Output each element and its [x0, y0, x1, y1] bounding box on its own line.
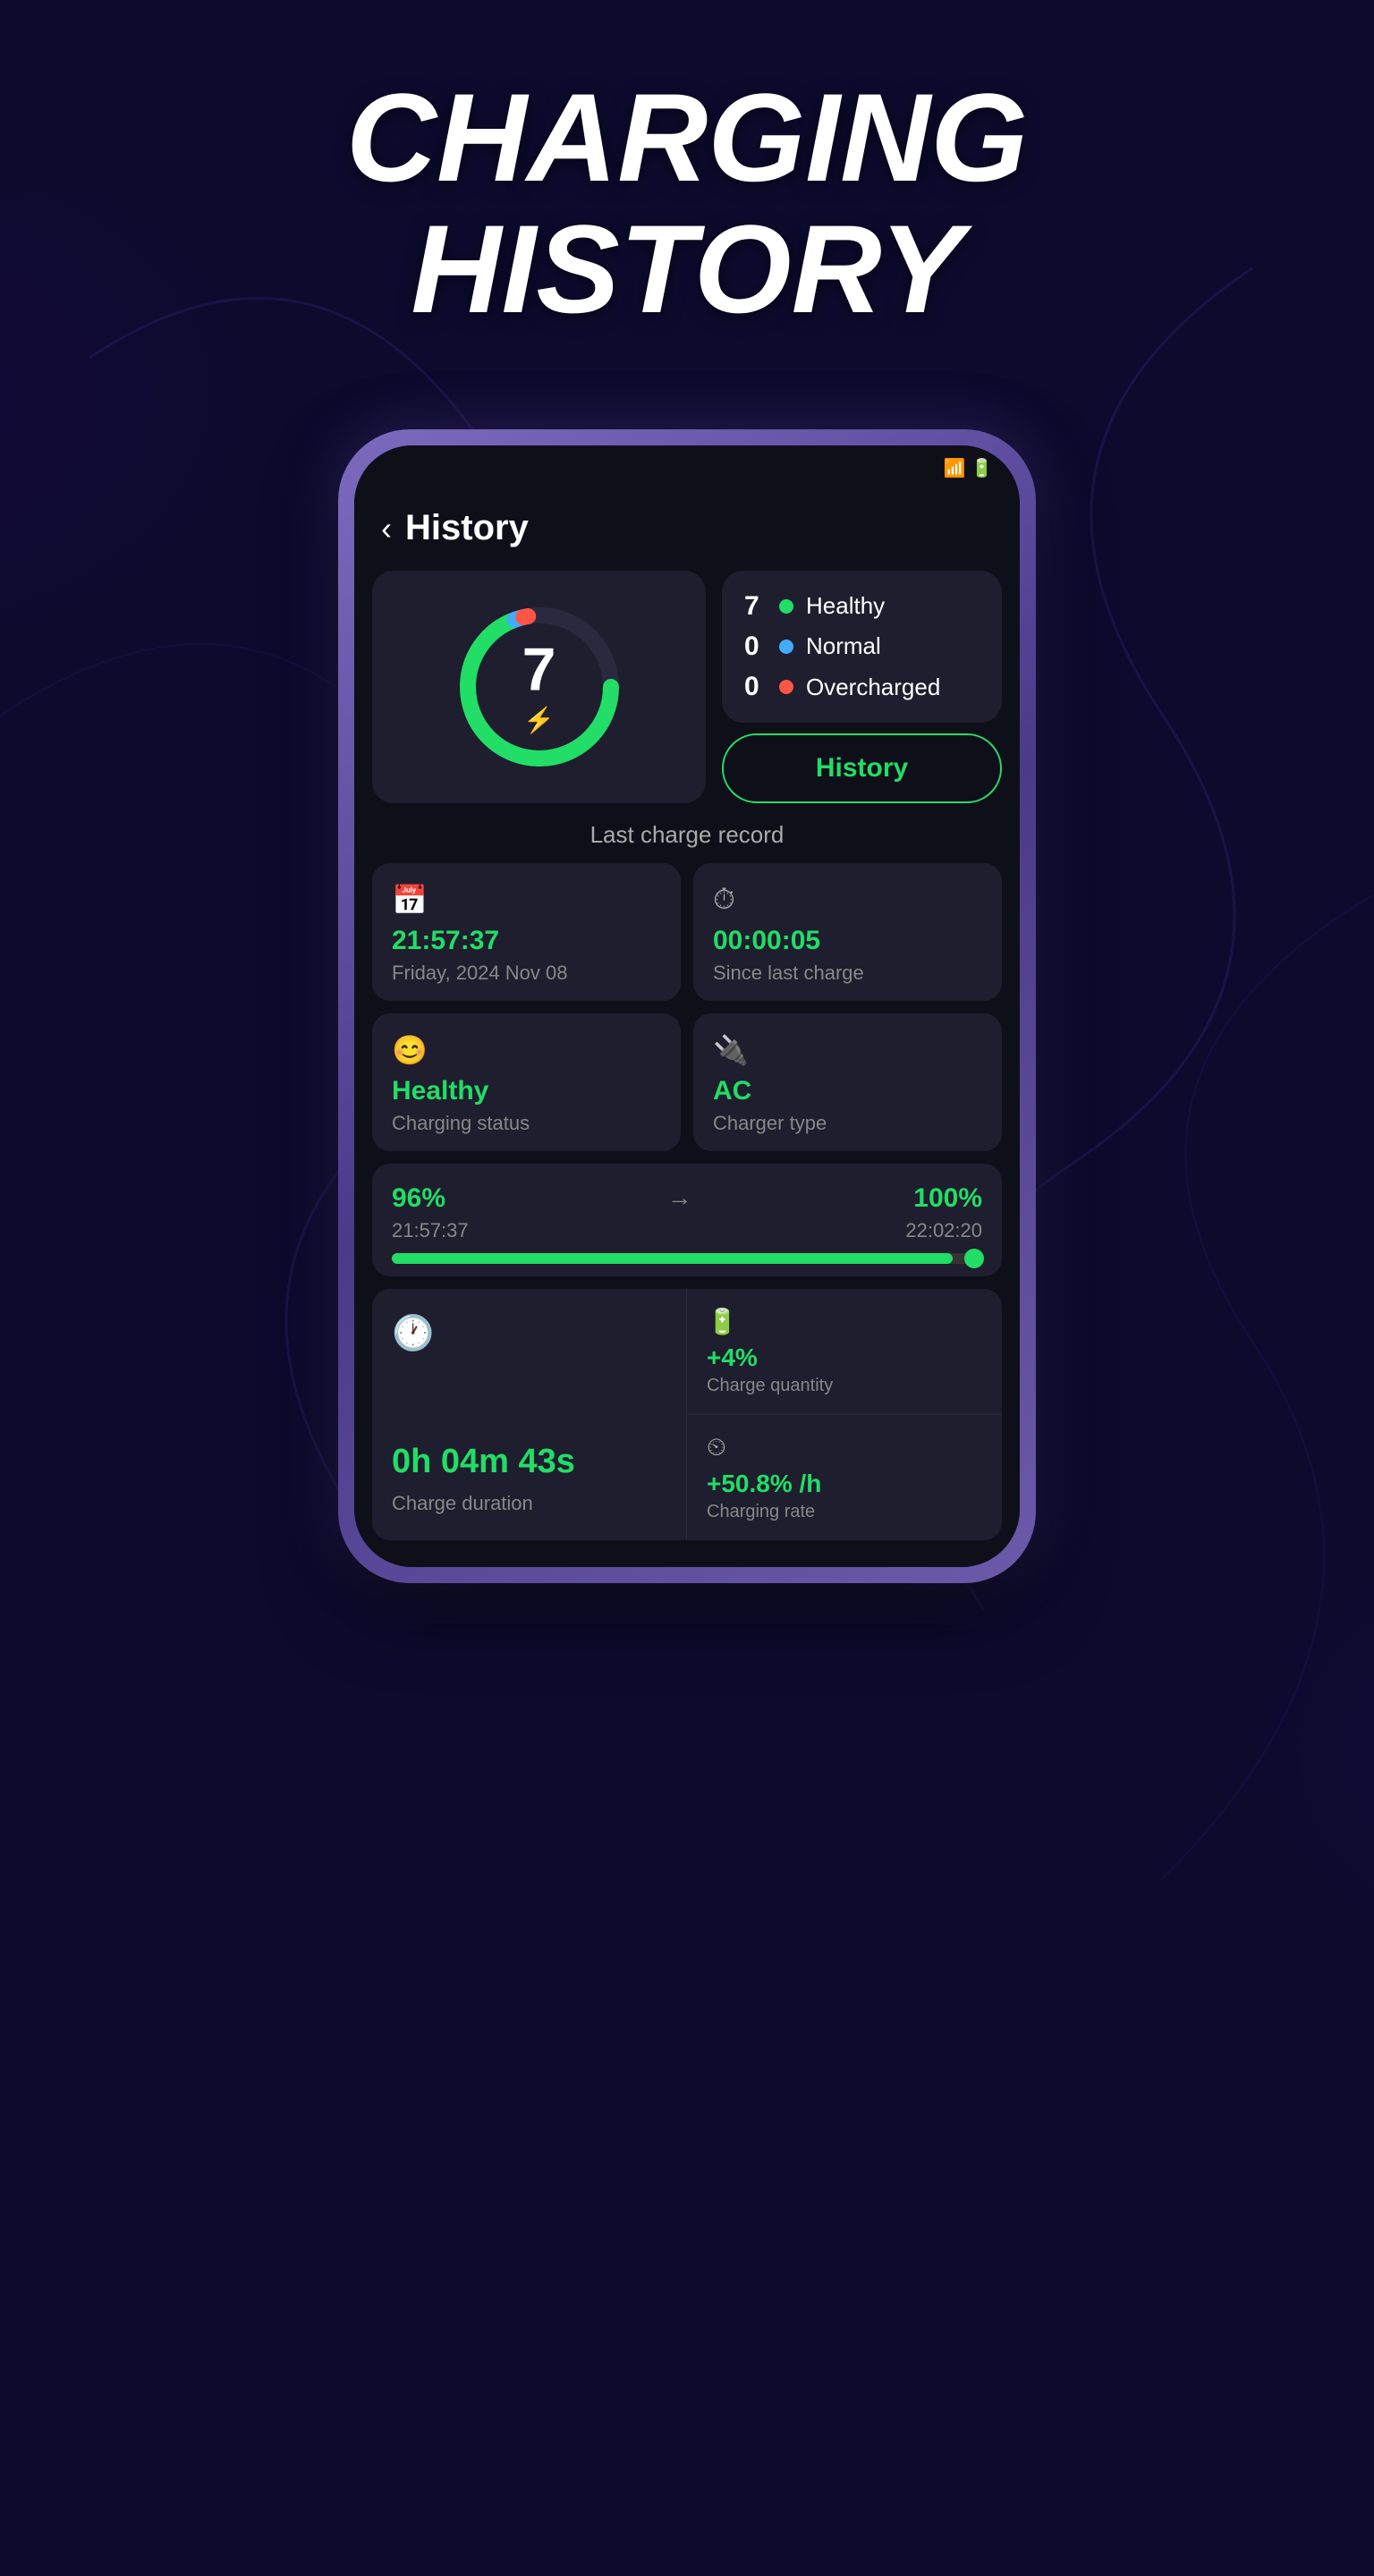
- normal-label: Normal: [806, 632, 881, 660]
- overcharged-count: 0: [744, 672, 767, 702]
- progress-times-row: 21:57:37 22:02:20: [392, 1219, 982, 1242]
- donut-chart: 7 ⚡: [450, 597, 629, 776]
- charger-card: 🔌 AC Charger type: [693, 1013, 1002, 1151]
- since-card: ⏱ 00:00:05 Since last charge: [693, 863, 1002, 1001]
- record-grid: 📅 21:57:37 Friday, 2024 Nov 08 ⏱ 00:00:0…: [372, 863, 1002, 1151]
- history-button[interactable]: History: [722, 733, 1002, 803]
- donut-value: 7: [522, 640, 556, 700]
- plug-icon: 🔌: [713, 1033, 982, 1067]
- speedometer-icon: ⏲: [707, 1433, 982, 1462]
- calendar-icon: 📅: [392, 883, 661, 917]
- hero-title-line2: HISTORY: [0, 203, 1374, 335]
- progress-start-pct: 96%: [392, 1183, 445, 1214]
- bottom-section: 🕐 0h 04m 43s Charge duration 🔋 +4% Charg…: [372, 1289, 1002, 1540]
- right-bottom-cards: 🔋 +4% Charge quantity ⏲ +50.8% /h Chargi…: [687, 1289, 1002, 1540]
- right-panel: 7 Healthy 0 Normal 0: [722, 571, 1002, 803]
- charger-value: AC: [713, 1076, 982, 1106]
- time-value: 21:57:37: [392, 926, 661, 956]
- progress-bar-fill: [392, 1253, 953, 1264]
- phone-mockup: 📶 🔋 ‹ History: [338, 429, 1036, 1583]
- status-label: Charging status: [392, 1112, 661, 1135]
- progress-end-pct: 100%: [913, 1183, 982, 1214]
- progress-bar-dot: [964, 1249, 984, 1268]
- status-value: Healthy: [392, 1076, 661, 1106]
- hero-title: CHARGING HISTORY: [0, 72, 1374, 335]
- duration-card: 🕐 0h 04m 43s Charge duration: [372, 1289, 687, 1540]
- app-content: ‹ History: [354, 490, 1020, 1567]
- arrow-icon: →: [667, 1183, 692, 1212]
- smiley-icon: 😊: [392, 1033, 661, 1067]
- legend-normal: 0 Normal: [744, 631, 980, 662]
- battery-plus-icon: 🔋: [707, 1307, 982, 1336]
- page-title: History: [405, 508, 529, 548]
- progress-bar: [392, 1253, 982, 1264]
- donut-card: 7 ⚡: [372, 571, 706, 803]
- clock-icon: 🕐: [392, 1314, 434, 1353]
- app-header: ‹ History: [372, 490, 1002, 571]
- normal-count: 0: [744, 631, 767, 662]
- back-button[interactable]: ‹: [381, 513, 392, 545]
- charge-qty-value: +4%: [707, 1343, 982, 1372]
- status-bar: 📶 🔋: [354, 445, 1020, 490]
- overcharged-label: Overcharged: [806, 674, 940, 701]
- legend-card: 7 Healthy 0 Normal 0: [722, 571, 1002, 723]
- status-card: 😊 Healthy Charging status: [372, 1013, 681, 1151]
- normal-dot: [779, 640, 793, 654]
- overcharged-dot: [779, 680, 793, 694]
- top-section: 7 ⚡ 7 Healthy: [372, 571, 1002, 803]
- donut-center: 7 ⚡: [522, 640, 556, 735]
- since-label: Since last charge: [713, 962, 982, 985]
- charge-rate-label: Charging rate: [707, 1502, 982, 1522]
- duration-label: Charge duration: [392, 1492, 533, 1515]
- legend-overcharged: 0 Overcharged: [744, 672, 980, 702]
- charge-rate-value: +50.8% /h: [707, 1470, 982, 1498]
- charge-qty-card: 🔋 +4% Charge quantity: [687, 1289, 1002, 1415]
- progress-section: 96% → 100% 21:57:37 22:02:20: [372, 1164, 1002, 1276]
- hero-title-line1: CHARGING: [0, 72, 1374, 203]
- healthy-count: 7: [744, 591, 767, 622]
- charge-rate-card: ⏲ +50.8% /h Charging rate: [687, 1415, 1002, 1540]
- progress-values-row: 96% → 100%: [392, 1183, 982, 1214]
- timer-icon: ⏱: [713, 883, 982, 917]
- charger-label: Charger type: [713, 1112, 982, 1135]
- healthy-label: Healthy: [806, 592, 885, 620]
- charge-qty-label: Charge quantity: [707, 1376, 982, 1396]
- time-label: Friday, 2024 Nov 08: [392, 962, 661, 985]
- since-value: 00:00:05: [713, 926, 982, 956]
- lightning-icon: ⚡: [522, 706, 556, 735]
- duration-value: 0h 04m 43s: [392, 1443, 575, 1481]
- time-card: 📅 21:57:37 Friday, 2024 Nov 08: [372, 863, 681, 1001]
- progress-start-time: 21:57:37: [392, 1219, 469, 1242]
- legend-healthy: 7 Healthy: [744, 591, 980, 622]
- section-title: Last charge record: [372, 821, 1002, 849]
- progress-end-time: 22:02:20: [905, 1219, 982, 1242]
- healthy-dot: [779, 599, 793, 614]
